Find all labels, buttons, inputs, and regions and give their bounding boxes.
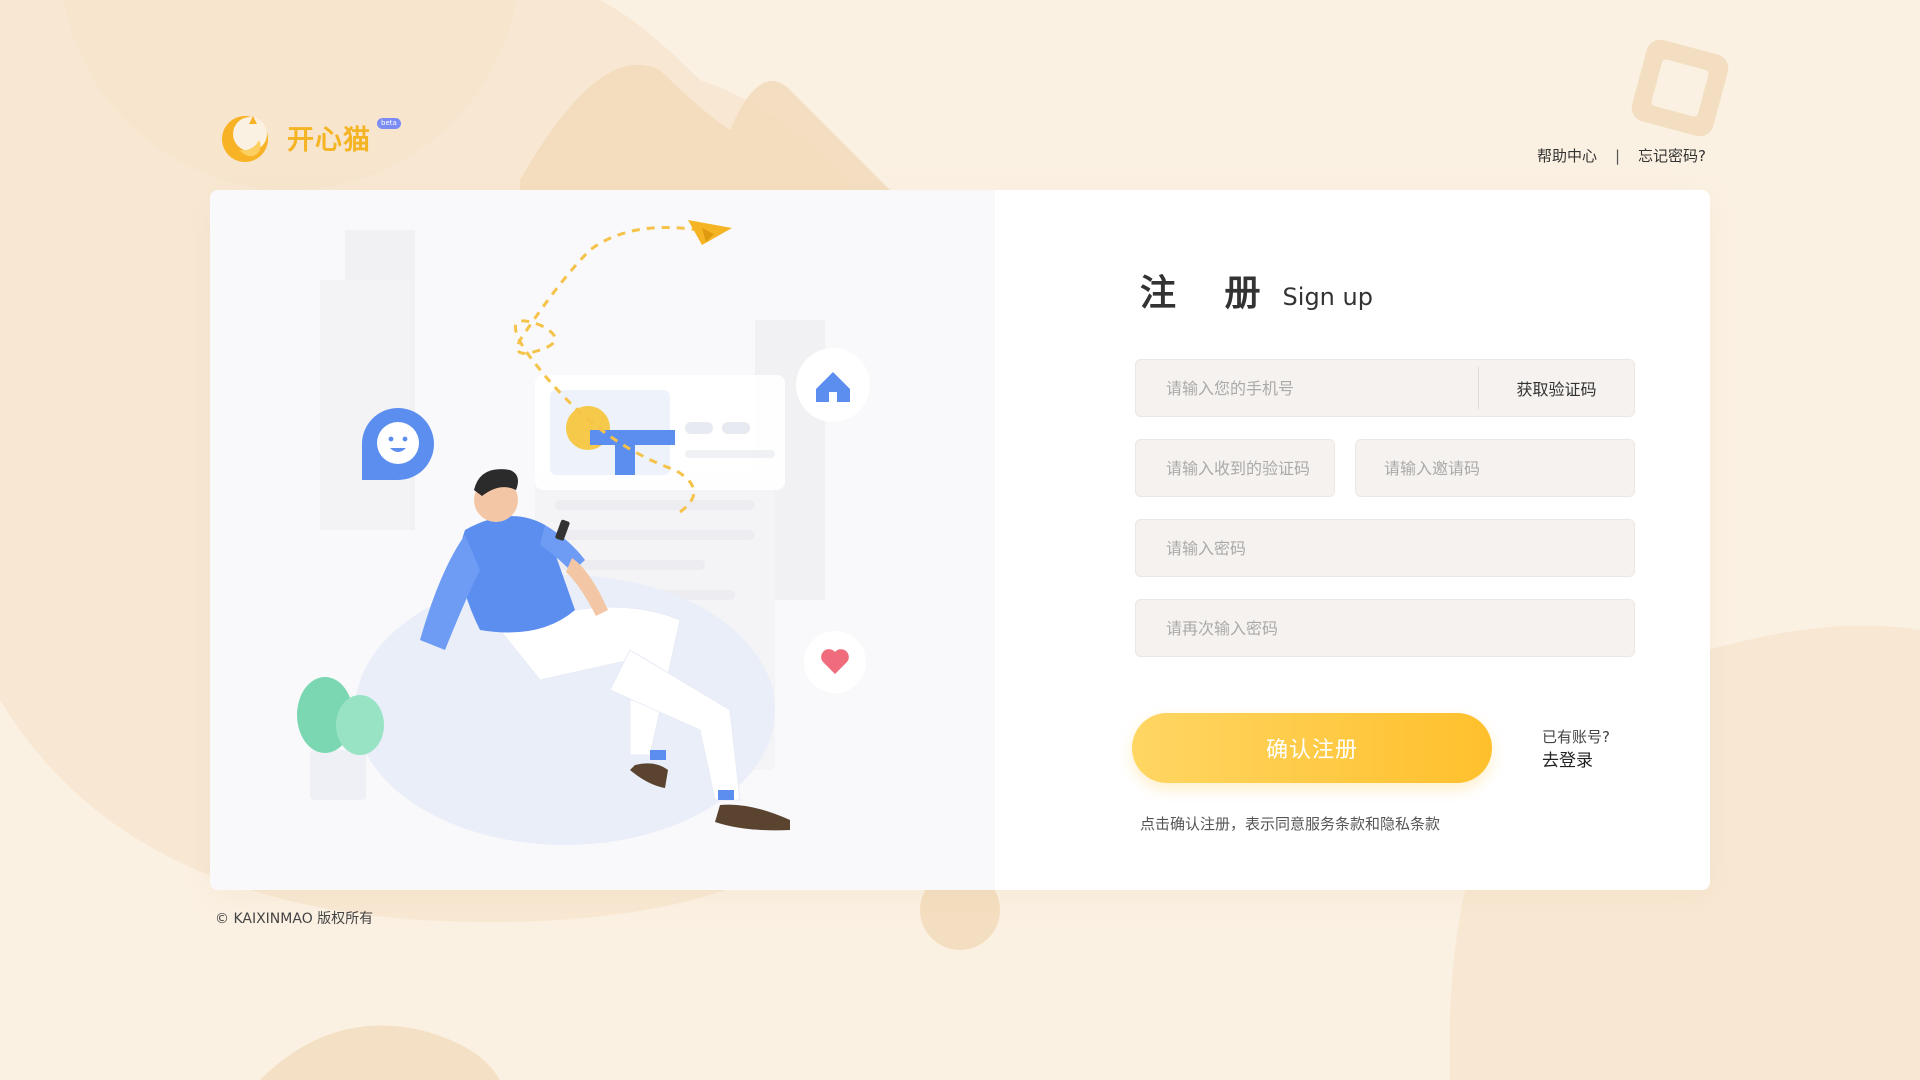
password-confirm-input[interactable] [1136,599,1634,657]
phone-field: 获取验证码 [1135,359,1635,417]
beta-badge: beta [377,117,401,129]
cat-moon-logo-icon [222,116,268,162]
invite-code-input[interactable] [1356,439,1634,497]
code-field [1135,439,1335,497]
link-separator: | [1614,146,1621,165]
top-links: 帮助中心 | 忘记密码? [1537,145,1706,166]
title-chinese: 注 册 [1140,273,1279,314]
forgot-password-link[interactable]: 忘记密码? [1638,145,1706,166]
confirm-register-button[interactable]: 确认注册 [1132,713,1492,783]
invite-field [1355,439,1635,497]
heart-icon [804,631,866,693]
signup-form: 注 册 Sign up 获取验证码 确认注册 已有账号? [1125,190,1665,890]
terms-notice: 点击确认注册，表示同意服务条款和隐私条款 [1140,815,1441,833]
brand-name: 开心猫 [287,124,371,156]
title-english: Sign up [1282,283,1373,311]
verification-code-input[interactable] [1136,439,1334,497]
home-icon [796,348,870,422]
paper-plane-icon [688,220,732,245]
brand-logo[interactable]: 开心猫 beta [219,110,401,164]
copyright: © KAIXINMAO 版权所有 [215,911,374,927]
password-confirm-field [1135,599,1635,657]
password-field [1135,519,1635,577]
form-title: 注 册 Sign up [1140,264,1373,316]
illustration [297,220,870,845]
signup-page: 开心猫 beta 帮助中心 | 忘记密码? 注 册 Sign up 请输入您的手… [0,0,1920,1080]
get-code-button[interactable]: 获取验证码 [1478,367,1634,409]
illustration-panel [210,190,995,890]
go-login-link[interactable]: 去登录 [1542,749,1610,773]
password-input[interactable] [1136,519,1634,577]
help-center-link[interactable]: 帮助中心 [1537,145,1597,166]
login-hint: 已有账号? 去登录 [1542,725,1610,773]
phone-input[interactable] [1136,359,1498,417]
signup-card: 注 册 Sign up 获取验证码 确认注册 已有账号? [210,190,1710,890]
has-account-text: 已有账号? [1542,728,1610,746]
smile-icon [361,408,434,480]
